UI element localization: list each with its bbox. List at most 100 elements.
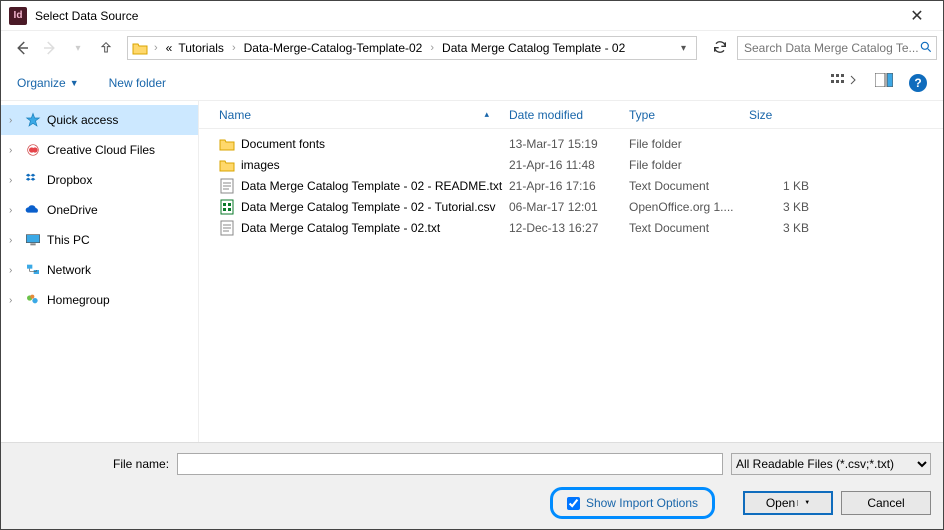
refresh-icon [712,39,728,55]
chevron-icon: › [150,42,162,54]
sidebar-item-homegroup[interactable]: › Homegroup [1,285,198,315]
file-type: File folder [629,137,749,151]
close-button[interactable]: ✕ [899,6,935,26]
file-row[interactable]: images21-Apr-16 11:48File folder [199,154,943,175]
file-row[interactable]: Data Merge Catalog Template - 02.txt 12-D… [199,217,943,238]
file-name: Data Merge Catalog Template - 02 - Tutor… [241,200,496,214]
chevron-icon: › [228,42,240,54]
csv-icon [219,199,235,215]
up-icon [98,40,114,56]
chevron-right-icon: › [9,235,19,246]
sidebar-item-label: This PC [47,233,90,247]
file-name: Data Merge Catalog Template - 02.txt [241,221,440,235]
network-icon [25,262,41,278]
file-size: 3 KB [749,200,829,214]
cancel-button[interactable]: Cancel [841,491,931,515]
file-pane: Name ▴ Date modified Type Size Document … [199,101,943,461]
titlebar: Id Select Data Source ✕ [1,1,943,31]
view-options-button[interactable] [831,72,859,93]
file-size: 1 KB [749,179,829,193]
new-folder-button[interactable]: New folder [109,76,166,90]
file-date: 13-Mar-17 15:19 [509,137,629,151]
file-name: images [241,158,280,172]
breadcrumb-item[interactable]: Data Merge Catalog Template - 02 [440,41,627,55]
file-date: 21-Apr-16 17:16 [509,179,629,193]
file-name: Document fonts [241,137,325,151]
organize-label: Organize [17,76,66,90]
show-import-label: Show Import Options [586,496,698,510]
show-import-checkbox[interactable] [567,497,580,510]
file-row[interactable]: Data Merge Catalog Template - 02 - Tutor… [199,196,943,217]
sidebar-item-label: Creative Cloud Files [47,143,155,157]
sidebar-item-creative-cloud[interactable]: › Creative Cloud Files [1,135,198,165]
chevron-down-icon[interactable]: ▾ [681,43,686,54]
sidebar-item-label: Homegroup [47,293,110,307]
sidebar-item-this-pc[interactable]: › This PC [1,225,198,255]
chevron-right-icon: › [9,265,19,276]
cc-icon [25,142,41,158]
preview-icon [875,73,893,87]
star-icon [25,112,41,128]
forward-icon [41,39,59,57]
open-label: Open [766,496,795,510]
onedrive-icon [25,202,41,218]
show-import-options[interactable]: Show Import Options [550,487,715,519]
up-button[interactable] [95,37,117,59]
file-name: Data Merge Catalog Template - 02 - READM… [241,179,502,193]
main-area: › Quick access › Creative Cloud Files › … [1,101,943,461]
recent-dropdown[interactable]: ▾ [67,37,89,59]
filename-input[interactable] [177,453,723,475]
help-button[interactable]: ? [909,74,927,92]
breadcrumb-item[interactable]: Data-Merge-Catalog-Template-02 [242,41,425,55]
chevron-down-icon: ▼ [797,500,810,506]
file-row[interactable]: Data Merge Catalog Template - 02 - READM… [199,175,943,196]
chevron-icon: › [426,42,438,54]
view-icon [831,72,859,88]
file-size: 3 KB [749,221,829,235]
open-button[interactable]: Open ▼ [743,491,833,515]
sidebar-item-label: Dropbox [47,173,92,187]
column-size[interactable]: Size [749,108,829,122]
column-type[interactable]: Type [629,108,749,122]
column-name[interactable]: Name ▴ [219,108,509,122]
sidebar: › Quick access › Creative Cloud Files › … [1,101,199,461]
file-date: 06-Mar-17 12:01 [509,200,629,214]
column-headers: Name ▴ Date modified Type Size [199,101,943,129]
search-icon [919,40,933,57]
preview-pane-button[interactable] [875,73,893,92]
nav-row: ▾ › « Tutorials › Data-Merge-Catalog-Tem… [1,31,943,65]
sidebar-item-label: Quick access [47,113,118,127]
file-list: Document fonts 13-Mar-17 15:19File folder… [199,129,943,238]
file-date: 21-Apr-16 11:48 [509,158,629,172]
breadcrumb[interactable]: › « Tutorials › Data-Merge-Catalog-Templ… [127,36,697,60]
folder-icon [219,136,235,152]
filename-label: File name: [113,457,169,471]
pc-icon [25,232,41,248]
sidebar-item-onedrive[interactable]: › OneDrive [1,195,198,225]
chevron-right-icon: › [9,205,19,216]
bottom-bar: File name: All Readable Files (*.csv;*.t… [1,442,943,529]
sidebar-item-dropbox[interactable]: › Dropbox [1,165,198,195]
chevron-down-icon: ▼ [70,78,79,88]
breadcrumb-prefix: « [164,41,175,55]
search-input[interactable] [737,36,937,60]
chevron-right-icon: › [9,175,19,186]
organize-menu[interactable]: Organize ▼ [17,76,79,90]
file-type: Text Document [629,179,749,193]
folder-icon [132,40,148,56]
file-type-filter[interactable]: All Readable Files (*.csv;*.txt) [731,453,931,475]
breadcrumb-item[interactable]: Tutorials [176,41,226,55]
folder-icon [219,157,235,173]
window-title: Select Data Source [35,9,138,23]
app-icon: Id [9,7,27,25]
file-row[interactable]: Document fonts 13-Mar-17 15:19File folder [199,133,943,154]
column-date[interactable]: Date modified [509,108,629,122]
txt-icon [219,220,235,236]
back-button[interactable] [11,37,33,59]
homegroup-icon [25,292,41,308]
sidebar-item-network[interactable]: › Network [1,255,198,285]
sidebar-item-quick-access[interactable]: › Quick access [1,105,198,135]
col-name-label: Name [219,108,251,122]
refresh-button[interactable] [709,39,731,58]
file-date: 12-Dec-13 16:27 [509,221,629,235]
